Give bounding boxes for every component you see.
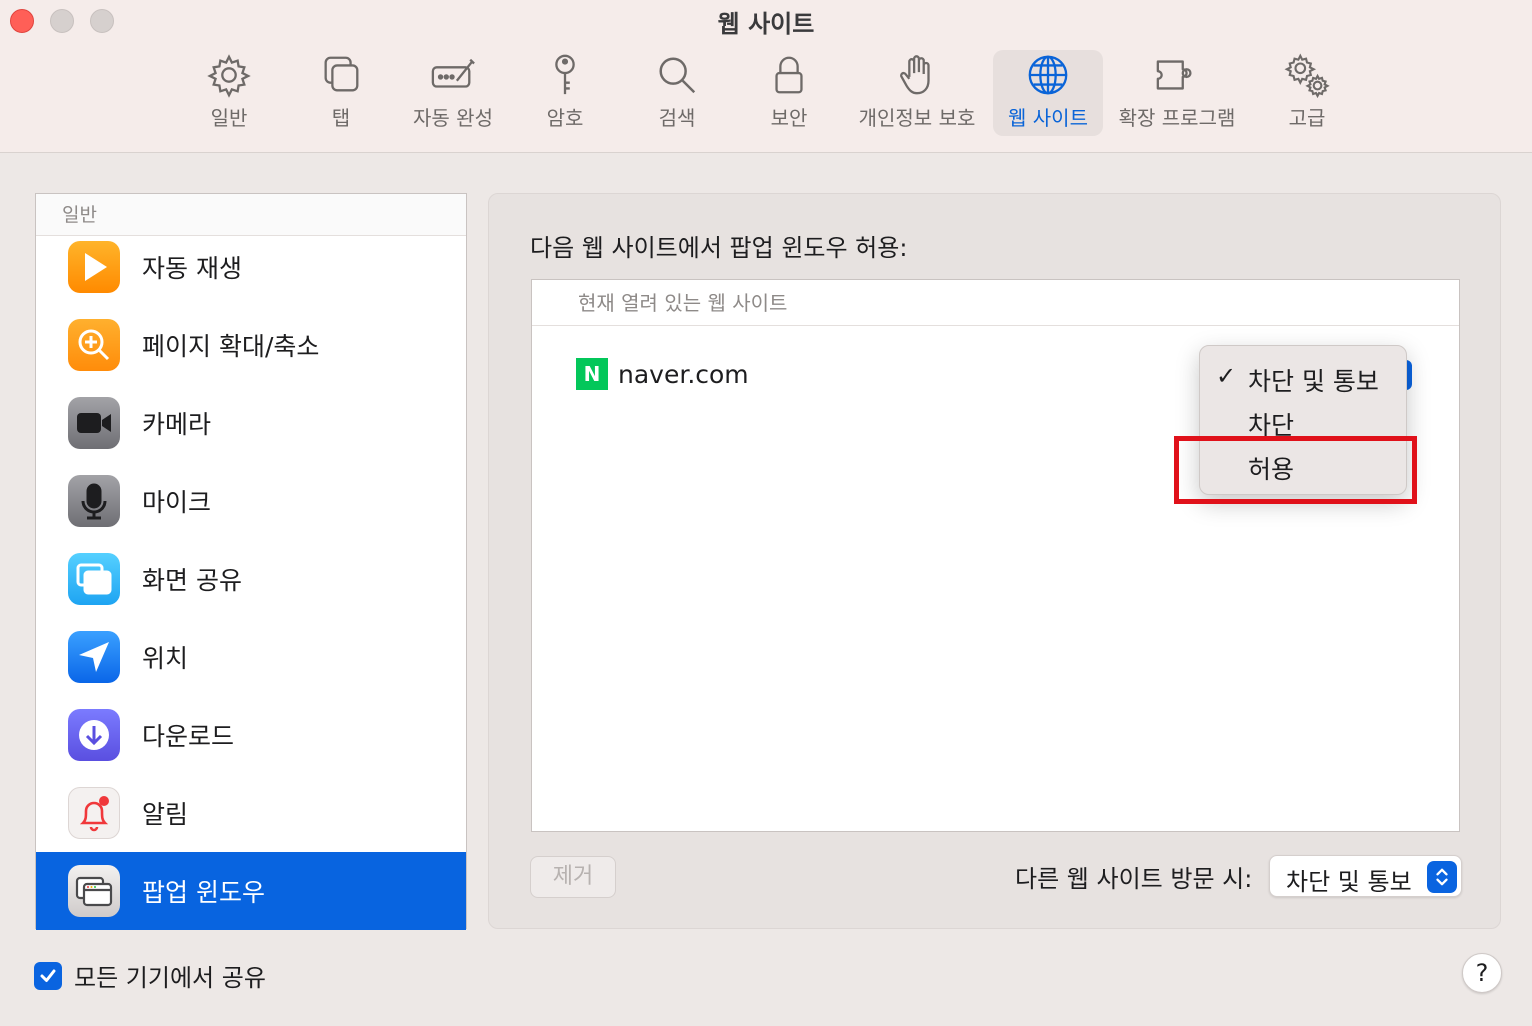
toolbar-tab-advanced[interactable]: 고급 <box>1272 50 1342 136</box>
puzzle-icon <box>1152 50 1202 100</box>
toolbar-tab-autofill[interactable]: 자동 완성 <box>406 50 500 136</box>
website-row[interactable]: N naver.com <box>576 358 749 390</box>
sidebar-item-screen-sharing[interactable]: 화면 공유 <box>36 540 466 618</box>
sidebar-item-autoplay[interactable]: 자동 재생 <box>36 228 466 306</box>
gear-icon <box>204 50 254 100</box>
other-sites-label: 다른 웹 사이트 방문 시: <box>1015 865 1253 893</box>
lock-icon <box>764 50 814 100</box>
autofill-icon <box>428 50 478 100</box>
menu-option-block-and-notify[interactable]: ✓ 차단 및 통보 <box>1200 360 1406 400</box>
globe-icon <box>1023 50 1073 100</box>
checkmark-icon <box>40 969 56 982</box>
toolbar-tab-search[interactable]: 검색 <box>642 50 712 136</box>
share-checkbox[interactable] <box>34 961 62 990</box>
toolbar-tab-security[interactable]: 보안 <box>754 50 824 136</box>
hand-icon <box>892 50 942 100</box>
share-across-devices[interactable]: 모든 기기에서 공유 <box>34 958 266 993</box>
checkmark-icon: ✓ <box>1216 362 1237 390</box>
sidebar-item-location[interactable]: 위치 <box>36 618 466 696</box>
share-label: 모든 기기에서 공유 <box>74 964 266 992</box>
location-icon <box>68 631 120 683</box>
toolbar-tab-tabs[interactable]: 탭 <box>306 50 376 136</box>
sidebar-item-popup-windows[interactable]: 팝업 윈도우 <box>36 852 466 930</box>
other-sites-value: 차단 및 통보 <box>1286 868 1412 896</box>
panel-title: 다음 웹 사이트에서 팝업 윈도우 허용: <box>530 234 908 262</box>
magnifier-icon <box>652 50 702 100</box>
tabs-icon <box>316 50 366 100</box>
toolbar-tab-websites[interactable]: 웹 사이트 <box>993 50 1103 136</box>
updown-chevron-icon <box>1427 861 1457 893</box>
sidebar-item-notifications[interactable]: 알림 <box>36 774 466 852</box>
microphone-icon <box>68 475 120 527</box>
gears-icon <box>1282 50 1332 100</box>
sidebar-item-downloads[interactable]: 다운로드 <box>36 696 466 774</box>
sidebar-item-page-zoom[interactable]: 페이지 확대/축소 <box>36 306 466 384</box>
remove-button[interactable]: 제거 <box>530 856 616 898</box>
window-title: 웹 사이트 <box>717 10 815 38</box>
website-name: naver.com <box>618 359 749 389</box>
popup-settings-panel: 다음 웹 사이트에서 팝업 윈도우 허용: 현재 열려 있는 웹 사이트 N n… <box>488 193 1501 929</box>
sidebar-item-microphone[interactable]: 마이크 <box>36 462 466 540</box>
toolbar-tab-passwords[interactable]: 암호 <box>530 50 600 136</box>
toolbar-tab-privacy[interactable]: 개인정보 보호 <box>852 50 982 136</box>
popup-window-icon <box>68 865 120 917</box>
permission-sidebar: 일반 자동 재생 페이지 확대/축소 카메라 마이크 화면 공유 위치 다운로드… <box>35 193 467 930</box>
zoom-icon <box>68 319 120 371</box>
toolbar-tab-extensions[interactable]: 확장 프로그램 <box>1112 50 1242 136</box>
highlight-annotation-box <box>1174 436 1417 504</box>
screen-share-icon <box>68 553 120 605</box>
naver-logo-icon: N <box>576 358 608 390</box>
window-toolbar: 웹 사이트 일반 탭 자동 완성 암호 검색 보안 개인정보 보호 웹 사이트 … <box>0 0 1532 153</box>
list-section-header: 현재 열려 있는 웹 사이트 <box>532 280 1459 326</box>
sidebar-item-camera[interactable]: 카메라 <box>36 384 466 462</box>
key-icon <box>540 50 590 100</box>
camera-icon <box>68 397 120 449</box>
download-icon <box>68 709 120 761</box>
help-button[interactable]: ? <box>1462 953 1502 993</box>
play-icon <box>68 241 120 293</box>
other-sites-select[interactable]: 차단 및 통보 <box>1269 855 1462 897</box>
bell-icon <box>68 787 120 839</box>
toolbar-tab-general[interactable]: 일반 <box>194 50 264 136</box>
